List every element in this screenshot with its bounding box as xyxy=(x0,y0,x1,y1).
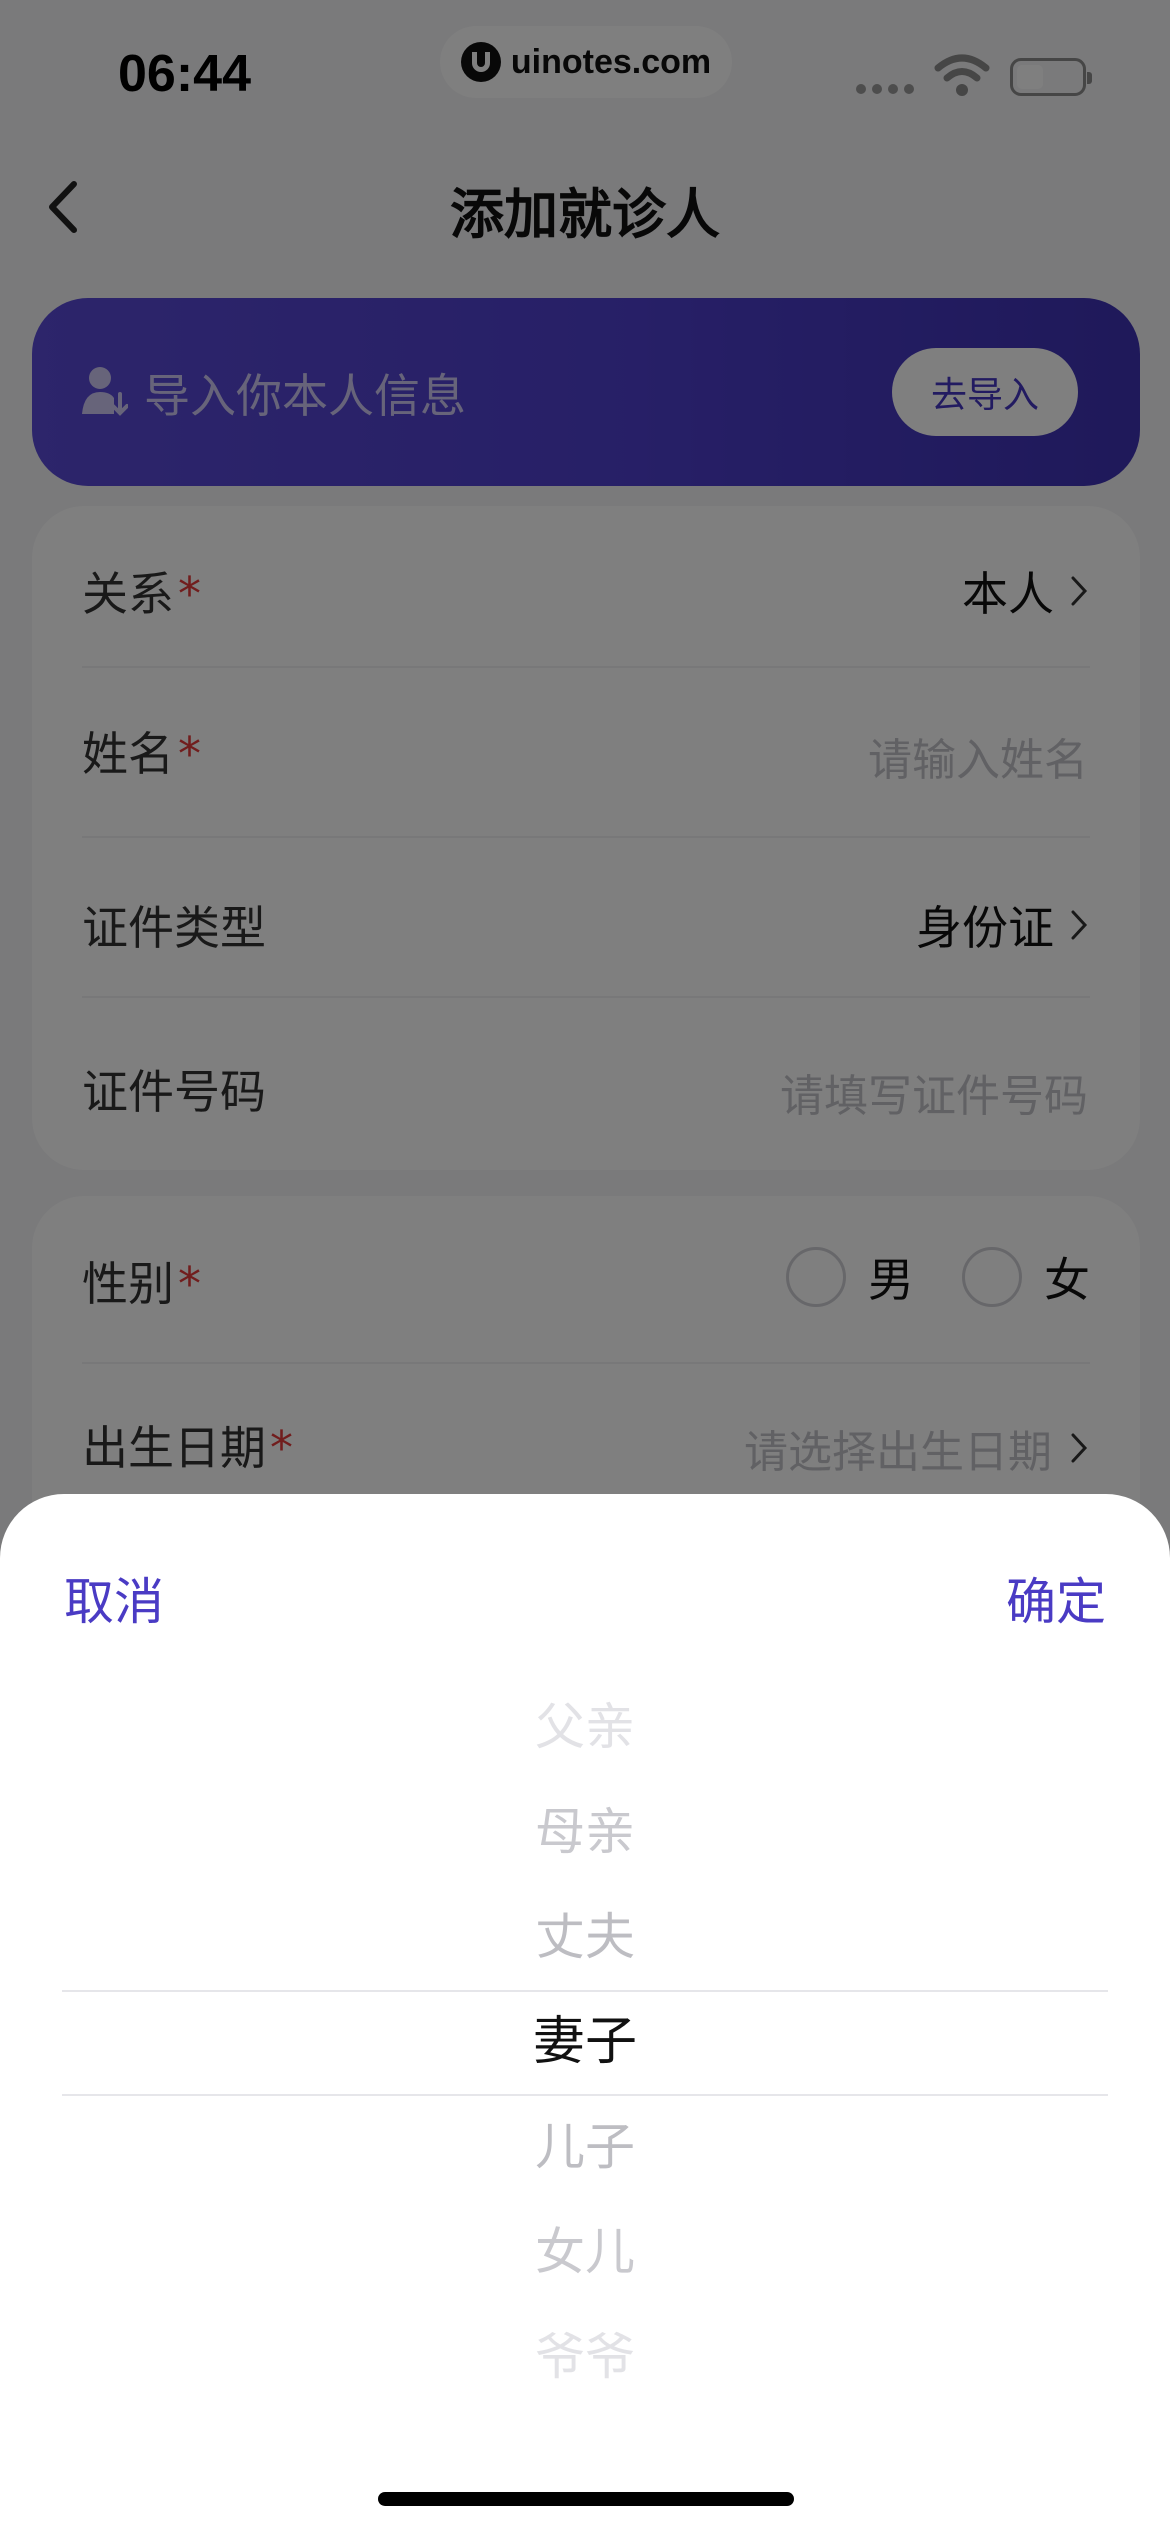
cancel-button[interactable]: 取消 xyxy=(64,1562,164,1634)
relation-picker-wheel[interactable]: 父亲母亲丈夫妻子儿子女儿爷爷 xyxy=(0,1664,1170,2387)
picker-selection-line-top xyxy=(62,1990,1108,1992)
picker-option[interactable]: 母亲 xyxy=(0,1802,1170,1862)
home-indicator xyxy=(378,2492,794,2506)
picker-option[interactable]: 丈夫 xyxy=(0,1907,1170,1967)
picker-option[interactable]: 女儿 xyxy=(0,2222,1170,2282)
relation-picker-sheet: 取消 确定 父亲母亲丈夫妻子儿子女儿爷爷 xyxy=(0,1494,1170,2532)
picker-option[interactable]: 爷爷 xyxy=(0,2327,1170,2387)
picker-option[interactable]: 儿子 xyxy=(0,2117,1170,2177)
picker-selection-line-bottom xyxy=(62,2094,1108,2096)
confirm-button[interactable]: 确定 xyxy=(1006,1562,1106,1634)
picker-option[interactable]: 父亲 xyxy=(0,1697,1170,1757)
picker-option[interactable]: 妻子 xyxy=(0,2012,1170,2072)
